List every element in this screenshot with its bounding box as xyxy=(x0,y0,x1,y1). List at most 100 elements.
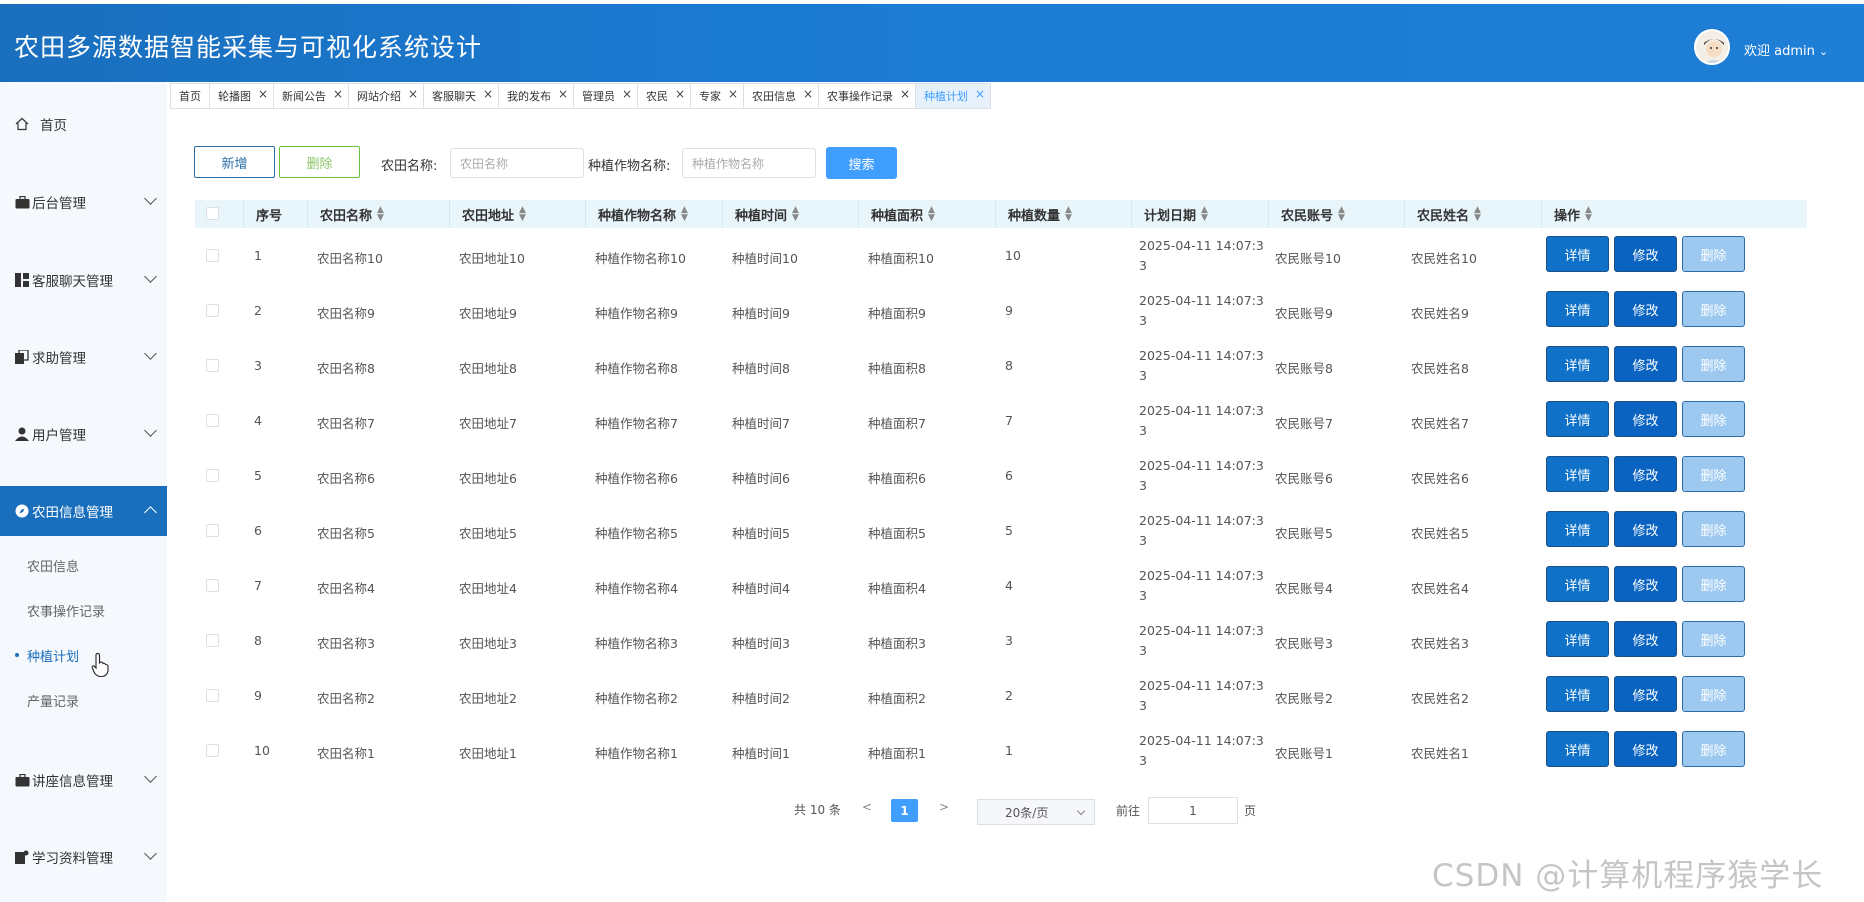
detail-button[interactable]: 详情 xyxy=(1546,401,1609,437)
row-checkbox[interactable] xyxy=(206,579,219,592)
column-header-farmer-account[interactable]: 农民账号 ▲ ▼ xyxy=(1268,200,1404,228)
sidebar-item-materials[interactable]: 学习资料管理 xyxy=(0,832,167,882)
row-checkbox[interactable] xyxy=(206,469,219,482)
page-number-current[interactable]: 1 xyxy=(891,799,918,822)
select-all-checkbox[interactable] xyxy=(206,207,219,220)
edit-button[interactable]: 修改 xyxy=(1614,621,1677,657)
submenu-planting-plan[interactable]: 种植计划 xyxy=(27,646,79,665)
delete-button[interactable]: 删除 xyxy=(1682,731,1745,767)
sidebar-item-backend[interactable]: 后台管理 xyxy=(0,177,167,227)
close-icon[interactable]: × xyxy=(558,87,568,101)
detail-button[interactable]: 详情 xyxy=(1546,456,1609,492)
sort-icon[interactable]: ▲ ▼ xyxy=(1065,206,1072,223)
column-header-field-name[interactable]: 农田名称 ▲ ▼ xyxy=(307,200,449,228)
user-menu[interactable]: 欢迎 admin ⌄ xyxy=(1744,40,1828,59)
sort-icon[interactable]: ▲ ▼ xyxy=(377,206,384,223)
sort-icon[interactable]: ▲ ▼ xyxy=(1201,206,1208,223)
detail-button[interactable]: 详情 xyxy=(1546,346,1609,382)
row-checkbox[interactable] xyxy=(206,524,219,537)
tab-planting-plan[interactable]: 种植计划 × xyxy=(916,83,991,109)
search-button[interactable]: 搜索 xyxy=(826,147,897,179)
delete-button[interactable]: 删除 xyxy=(1682,401,1745,437)
tab-farmland-info[interactable]: 农田信息 × xyxy=(744,83,819,109)
close-icon[interactable]: × xyxy=(258,87,268,101)
detail-button[interactable]: 详情 xyxy=(1546,566,1609,602)
edit-button[interactable]: 修改 xyxy=(1614,291,1677,327)
close-icon[interactable]: × xyxy=(675,87,685,101)
row-checkbox[interactable] xyxy=(206,249,219,262)
edit-button[interactable]: 修改 xyxy=(1614,401,1677,437)
close-icon[interactable]: × xyxy=(483,87,493,101)
delete-button[interactable]: 删除 xyxy=(1682,676,1745,712)
edit-button[interactable]: 修改 xyxy=(1614,676,1677,712)
sort-icon[interactable]: ▲ ▼ xyxy=(792,206,799,223)
delete-button[interactable]: 删除 xyxy=(1682,566,1745,602)
close-icon[interactable]: × xyxy=(728,87,738,101)
detail-button[interactable]: 详情 xyxy=(1546,291,1609,327)
close-icon[interactable]: × xyxy=(803,87,813,101)
delete-button[interactable]: 删除 xyxy=(1682,456,1745,492)
column-header-farmer-name[interactable]: 农民姓名 ▲ ▼ xyxy=(1404,200,1541,228)
submenu-farm-operations[interactable]: 农事操作记录 xyxy=(27,601,105,620)
add-button[interactable]: 新增 xyxy=(194,146,275,178)
row-checkbox[interactable] xyxy=(206,689,219,702)
sidebar-item-help[interactable]: 求助管理 xyxy=(0,332,167,382)
tab-home[interactable]: 首页 xyxy=(170,83,210,109)
column-header-plant-area[interactable]: 种植面积 ▲ ▼ xyxy=(858,200,995,228)
tab-chat[interactable]: 客服聊天 × xyxy=(424,83,499,109)
row-checkbox[interactable] xyxy=(206,414,219,427)
sort-icon[interactable]: ▲ ▼ xyxy=(681,206,688,223)
delete-button[interactable]: 删除 xyxy=(1682,621,1745,657)
goto-page-input[interactable]: 1 xyxy=(1148,797,1238,824)
column-header-crop-name[interactable]: 种植作物名称 ▲ ▼ xyxy=(585,200,722,228)
sort-icon[interactable]: ▲ ▼ xyxy=(928,206,935,223)
sort-icon[interactable]: ▲ ▼ xyxy=(1338,206,1345,223)
sort-icon[interactable]: ▲ ▼ xyxy=(1474,206,1481,223)
delete-button[interactable]: 删除 xyxy=(1682,346,1745,382)
sort-icon[interactable]: ▲ ▼ xyxy=(1585,206,1592,223)
detail-button[interactable]: 详情 xyxy=(1546,731,1609,767)
sidebar-item-chat[interactable]: 客服聊天管理 xyxy=(0,255,167,305)
tab-experts[interactable]: 专家 × xyxy=(691,83,744,109)
row-checkbox[interactable] xyxy=(206,359,219,372)
close-icon[interactable]: × xyxy=(333,87,343,101)
submenu-yield-records[interactable]: 产量记录 xyxy=(27,691,79,710)
column-header-plant-time[interactable]: 种植时间 ▲ ▼ xyxy=(722,200,858,228)
column-header-field-address[interactable]: 农田地址 ▲ ▼ xyxy=(449,200,585,228)
detail-button[interactable]: 详情 xyxy=(1546,676,1609,712)
close-icon[interactable]: × xyxy=(408,87,418,101)
close-icon[interactable]: × xyxy=(622,87,632,101)
prev-page-button[interactable]: < xyxy=(862,800,872,814)
edit-button[interactable]: 修改 xyxy=(1614,511,1677,547)
delete-button[interactable]: 删除 xyxy=(1682,236,1745,272)
sort-icon[interactable]: ▲ ▼ xyxy=(519,206,526,223)
tab-farm-operations[interactable]: 农事操作记录 × xyxy=(819,83,916,109)
detail-button[interactable]: 详情 xyxy=(1546,621,1609,657)
delete-button[interactable]: 删除 xyxy=(1682,511,1745,547)
tab-carousel[interactable]: 轮播图 × xyxy=(210,83,274,109)
delete-button[interactable]: 删除 xyxy=(1682,291,1745,327)
tab-admins[interactable]: 管理员 × xyxy=(574,83,638,109)
row-checkbox[interactable] xyxy=(206,634,219,647)
crop-name-input[interactable]: 种植作物名称 xyxy=(682,148,816,178)
close-icon[interactable]: × xyxy=(975,87,985,101)
sidebar-item-farmland[interactable]: 农田信息管理 xyxy=(0,486,167,536)
edit-button[interactable]: 修改 xyxy=(1614,731,1677,767)
sidebar-item-users[interactable]: 用户管理 xyxy=(0,409,167,459)
row-checkbox[interactable] xyxy=(206,744,219,757)
column-header-plant-qty[interactable]: 种植数量 ▲ ▼ xyxy=(995,200,1131,228)
submenu-farmland-info[interactable]: 农田信息 xyxy=(27,556,79,575)
tab-site-intro[interactable]: 网站介绍 × xyxy=(349,83,424,109)
close-icon[interactable]: × xyxy=(900,87,910,101)
detail-button[interactable]: 详情 xyxy=(1546,511,1609,547)
sidebar-item-home[interactable]: 首页 xyxy=(0,99,167,149)
sidebar-item-lectures[interactable]: 讲座信息管理 xyxy=(0,755,167,805)
field-name-input[interactable]: 农田名称 xyxy=(450,148,584,178)
edit-button[interactable]: 修改 xyxy=(1614,566,1677,602)
avatar[interactable] xyxy=(1694,29,1730,65)
edit-button[interactable]: 修改 xyxy=(1614,346,1677,382)
column-header-actions[interactable]: 操作 ▲ ▼ xyxy=(1541,200,1807,228)
tab-my-posts[interactable]: 我的发布 × xyxy=(499,83,574,109)
edit-button[interactable]: 修改 xyxy=(1614,456,1677,492)
page-size-select[interactable]: 20条/页 xyxy=(977,799,1095,825)
